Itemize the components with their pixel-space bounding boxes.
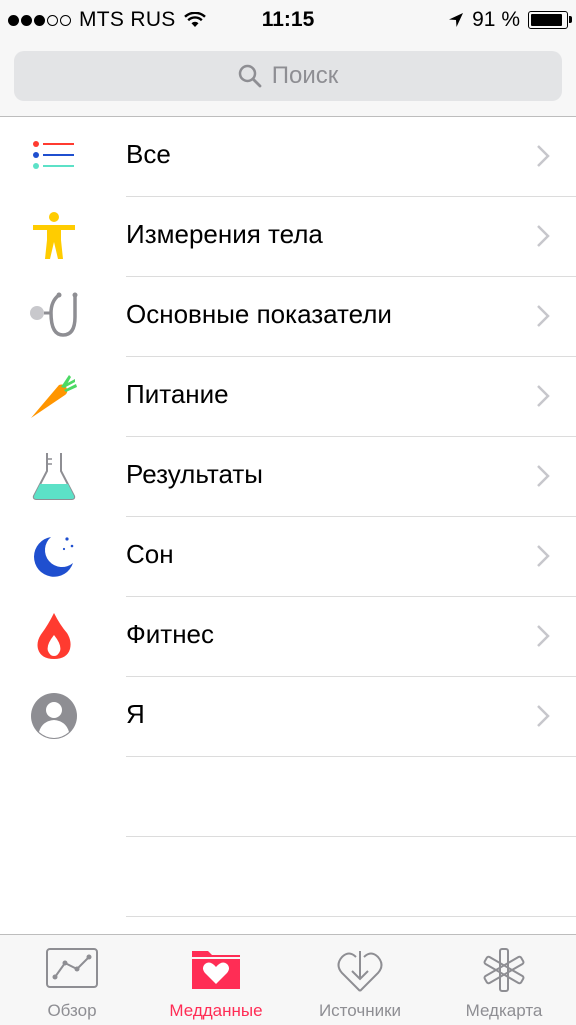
search-input[interactable]: Поиск (14, 51, 562, 101)
chevron-right-icon (537, 305, 550, 327)
category-label: Результаты (126, 459, 263, 489)
tab-label: Источники (318, 1001, 402, 1020)
status-bar: MTS RUS 11:15 91 % (0, 0, 576, 40)
download-heart-icon (337, 951, 383, 992)
chevron-right-icon (537, 705, 550, 727)
category-label: Фитнес (126, 619, 215, 649)
body-figure-icon (29, 211, 79, 261)
tab-bar: Обзор Медданные Источники Медкарта (0, 934, 576, 1025)
tab-label: Медданные (169, 1001, 263, 1020)
empty-row (126, 837, 576, 917)
category-row-fitness[interactable]: Фитнес (37, 597, 576, 677)
tab-sources[interactable]: Источники (288, 935, 432, 1025)
tab-label: Медкарта (465, 1001, 543, 1020)
chart-icon (46, 948, 98, 988)
category-label: Измерения тела (126, 219, 323, 249)
location-arrow-icon (449, 13, 464, 27)
category-row-vitals[interactable]: Основные показатели (30, 277, 576, 357)
moon-icon (29, 531, 79, 581)
category-label: Основные показатели (126, 299, 392, 329)
folder-heart-icon (192, 951, 240, 989)
tab-medical-id[interactable]: Медкарта (432, 935, 576, 1025)
empty-row (126, 757, 576, 837)
chevron-right-icon (537, 465, 550, 487)
search-placeholder: Поиск (271, 62, 339, 89)
chevron-right-icon (537, 545, 550, 567)
search-icon (238, 64, 262, 88)
person-icon (29, 691, 79, 741)
search-bar: Поиск (0, 40, 576, 117)
category-row-all[interactable]: Все (33, 117, 576, 197)
category-list: Все Измерения тела Основные показатели П… (0, 117, 576, 917)
list-icon (29, 131, 79, 181)
flame-icon (29, 611, 79, 661)
category-row-sleep[interactable]: Сон (33, 517, 576, 597)
tab-health-data[interactable]: Медданные (144, 935, 288, 1025)
battery-icon (528, 11, 572, 29)
carrot-icon (29, 371, 79, 421)
category-label: Питание (126, 379, 229, 409)
battery-level-fill (531, 14, 562, 26)
category-row-results[interactable]: Результаты (32, 437, 576, 517)
asterisk-icon (483, 948, 525, 992)
chevron-right-icon (537, 625, 550, 647)
chevron-right-icon (537, 225, 550, 247)
tab-label: Обзор (47, 1001, 97, 1020)
tab-overview[interactable]: Обзор (0, 935, 144, 1025)
chevron-right-icon (537, 145, 550, 167)
category-row-body-measurements[interactable]: Измерения тела (33, 197, 576, 277)
category-label: Сон (126, 539, 174, 569)
category-label: Я (126, 699, 145, 729)
chevron-right-icon (537, 385, 550, 407)
category-row-me[interactable]: Я (31, 677, 576, 757)
status-right: 91 % (448, 8, 572, 32)
category-row-nutrition[interactable]: Питание (31, 357, 576, 437)
category-label: Все (126, 139, 171, 169)
stethoscope-icon (29, 291, 79, 341)
flask-icon (29, 451, 79, 501)
battery-percent: 91 % (472, 8, 520, 31)
